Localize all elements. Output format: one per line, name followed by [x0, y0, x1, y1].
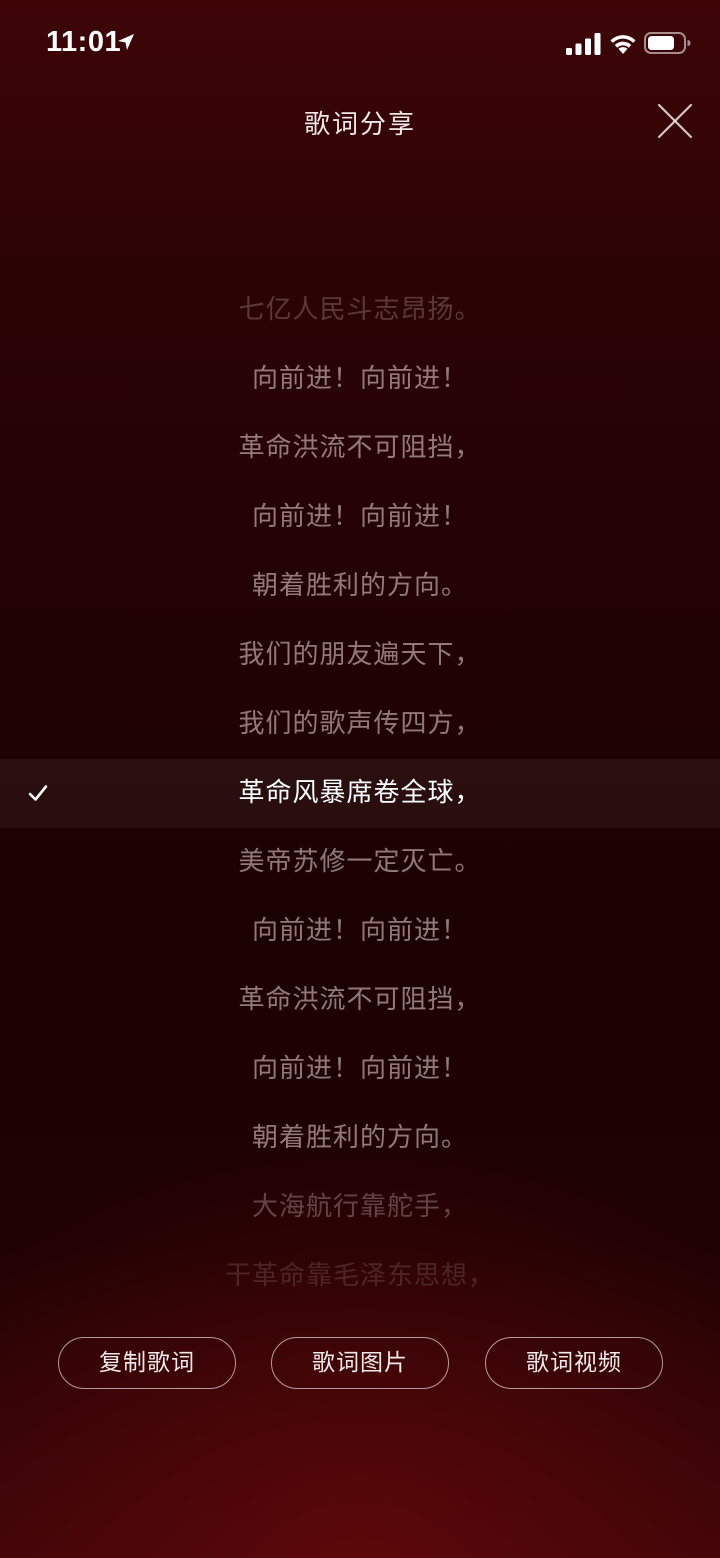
lyric-text: 我们的歌声传四方，	[238, 709, 482, 739]
lyric-text: 革命洪流不可阻挡，	[238, 433, 482, 463]
lyric-line[interactable]: 革命洪流不可阻挡，	[0, 414, 720, 483]
lyric-line[interactable]: 朝着胜利的方向。	[0, 552, 720, 621]
wifi-icon	[610, 35, 636, 54]
lyric-line[interactable]: 向前进！向前进！	[0, 1035, 720, 1104]
lyric-text: 向前进！向前进！	[251, 1054, 468, 1084]
share-actions: 复制歌词 歌词图片 歌词视频	[0, 1337, 720, 1389]
lyric-text: 大海航行靠舵手，	[251, 1192, 468, 1222]
lyric-line[interactable]: 我们的歌声传四方，	[0, 690, 720, 759]
lyrics-video-button[interactable]: 歌词视频	[485, 1337, 663, 1389]
lyric-line[interactable]: 向前进！向前进！	[0, 483, 720, 552]
status-time: 11:01	[46, 26, 122, 58]
checkmark-icon	[28, 785, 48, 801]
lyric-line[interactable]: 干革命靠毛泽东思想，	[0, 1242, 720, 1311]
lyric-text: 我们的朋友遍天下，	[238, 640, 482, 670]
lyric-text: 革命风暴席卷全球，	[238, 778, 482, 808]
lyric-text: 革命洪流不可阻挡，	[238, 985, 482, 1015]
close-icon[interactable]	[652, 98, 698, 144]
location-arrow-icon	[118, 34, 134, 50]
lyrics-list[interactable]: 七亿人民斗志昂扬。 向前进！向前进！ 革命洪流不可阻挡， 向前进！向前进！ 朝着胜利的方…	[0, 276, 720, 1310]
battery-icon	[644, 32, 691, 54]
lyric-text: 朝着胜利的方向。	[251, 1123, 468, 1153]
lyric-text: 七亿人民斗志昂扬。	[238, 295, 482, 325]
lyric-line[interactable]: 我们的朋友遍天下，	[0, 621, 720, 690]
lyric-line[interactable]: 向前进！向前进！	[0, 897, 720, 966]
lyric-line[interactable]: 七亿人民斗志昂扬。	[0, 276, 720, 345]
lyric-line[interactable]: 向前进！向前进！	[0, 345, 720, 414]
cellular-signal-icon	[566, 33, 601, 55]
lyric-line[interactable]: 大海航行靠舵手，	[0, 1173, 720, 1242]
lyric-line[interactable]: 美帝苏修一定灭亡。	[0, 828, 720, 897]
lyric-text: 干革命靠毛泽东思想，	[224, 1261, 495, 1291]
copy-lyrics-button[interactable]: 复制歌词	[58, 1337, 236, 1389]
lyrics-image-button[interactable]: 歌词图片	[271, 1337, 449, 1389]
lyric-text: 朝着胜利的方向。	[251, 571, 468, 601]
lyric-line-selected[interactable]: 革命风暴席卷全球，	[0, 759, 720, 828]
lyric-text: 向前进！向前进！	[251, 502, 468, 532]
lyric-text: 向前进！向前进！	[251, 916, 468, 946]
status-bar: 11:01	[0, 0, 720, 88]
lyric-line[interactable]: 革命洪流不可阻挡，	[0, 966, 720, 1035]
lyric-text: 向前进！向前进！	[251, 364, 468, 394]
lyric-line[interactable]: 朝着胜利的方向。	[0, 1104, 720, 1173]
lyrics-share-screen: 11:01 歌词分享 七亿人民斗志昂扬。 向前进！向前进！ 革命洪流不可阻挡， 向前进…	[0, 0, 720, 1558]
lyric-text: 美帝苏修一定灭亡。	[238, 847, 482, 877]
page-title: 歌词分享	[303, 110, 416, 140]
